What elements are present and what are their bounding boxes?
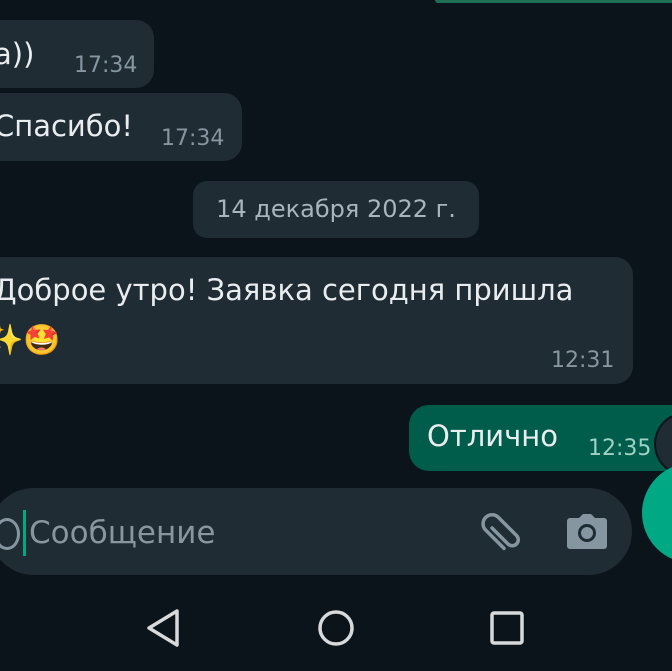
chat-area[interactable]: а)) 17:34 Спасибо! 17:34 14 декабря 2022…: [0, 0, 672, 580]
back-triangle-icon[interactable]: [143, 607, 183, 649]
message-time: 12:35: [588, 436, 652, 461]
message-bubble-incoming[interactable]: Спасибо! 17:34: [0, 93, 242, 161]
message-bubble-incoming[interactable]: а)) 17:34: [0, 20, 154, 88]
emoji-sparkles-star-struck-icon: ✨🤩: [0, 323, 61, 358]
system-navigation-bar: [0, 580, 672, 671]
message-input[interactable]: [27, 507, 451, 559]
home-circle-icon[interactable]: [316, 608, 356, 648]
outgoing-bubble-edge: [435, 0, 672, 3]
message-bubble-incoming[interactable]: Доброе утро! Заявка сегодня пришла ✨🤩 12…: [0, 257, 633, 384]
message-bubble-outgoing[interactable]: Отлично 12:35: [409, 405, 672, 471]
camera-icon[interactable]: [564, 511, 610, 553]
message-time: 12:31: [551, 348, 615, 373]
recents-square-icon[interactable]: [489, 610, 525, 646]
text-cursor: [23, 510, 26, 556]
message-time: 17:34: [74, 53, 138, 78]
date-divider: 14 декабря 2022 г.: [193, 181, 479, 238]
message-text: а)): [0, 37, 35, 71]
message-text: Отлично: [427, 419, 558, 453]
message-text: Доброе утро! Заявка сегодня пришла: [0, 273, 574, 307]
mic-button[interactable]: [642, 463, 672, 563]
message-text: Спасибо!: [0, 109, 134, 143]
paperclip-icon[interactable]: [478, 508, 528, 558]
message-time: 17:34: [161, 126, 225, 151]
